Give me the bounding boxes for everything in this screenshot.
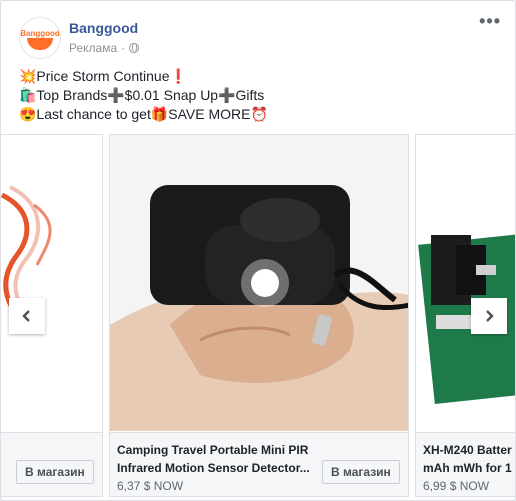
product-image-motion-sensor[interactable] xyxy=(110,135,408,431)
post-text: 💥Price Storm Continue❗ 🛍️Top Brands➕$0.0… xyxy=(19,67,268,124)
post-text-line: 💥Price Storm Continue❗ xyxy=(19,68,187,84)
product-subtitle[interactable]: mAh mWh for 1 xyxy=(423,459,512,477)
chevron-left-icon xyxy=(22,310,30,322)
card-info: В магазин xyxy=(1,432,102,496)
ad-post-card: Banggood Banggood Реклама · ••• 💥Price S… xyxy=(0,0,516,501)
product-subtitle[interactable]: Infrared Motion Sensor Detector... xyxy=(117,459,310,477)
more-options-button[interactable]: ••• xyxy=(479,11,501,32)
avatar-smile-shape xyxy=(27,38,53,50)
carousel-next-button[interactable] xyxy=(471,298,507,334)
page-avatar[interactable]: Banggood xyxy=(19,17,61,59)
product-image-cable[interactable] xyxy=(1,135,102,431)
battery-board-image-icon xyxy=(416,135,515,431)
product-price: 6,99 $ NOW xyxy=(423,479,490,493)
cable-image-icon xyxy=(1,135,102,431)
card-info: XH-M240 Batter mAh mWh for 1 6,99 $ NOW xyxy=(416,432,515,496)
avatar-logo-text: Banggood xyxy=(20,29,60,38)
post-text-line: 🛍️Top Brands➕$0.01 Snap Up➕Gifts xyxy=(19,87,265,103)
post-text-line: 😍Last chance to get🎁SAVE MORE⏰ xyxy=(19,106,268,122)
carousel-prev-button[interactable] xyxy=(9,298,45,334)
separator-dot: · xyxy=(121,41,126,55)
product-carousel: В магазин Camping Travel Portable Mini P… xyxy=(1,134,515,500)
motion-sensor-image-icon xyxy=(110,135,408,431)
product-price: 6,37 $ NOW xyxy=(117,479,184,493)
sponsored-row: Реклама · xyxy=(69,41,140,55)
chevron-right-icon xyxy=(486,310,494,322)
product-title[interactable]: Camping Travel Portable Mini PIR xyxy=(117,441,308,459)
sponsored-label[interactable]: Реклама xyxy=(69,41,117,55)
card-info: Camping Travel Portable Mini PIR Infrare… xyxy=(110,432,408,496)
shop-button[interactable]: В магазин xyxy=(16,460,94,484)
shop-button[interactable]: В магазин xyxy=(322,460,400,484)
carousel-card[interactable]: Camping Travel Portable Mini PIR Infrare… xyxy=(109,134,409,497)
globe-icon xyxy=(129,43,140,53)
product-image-battery-board[interactable] xyxy=(416,135,515,431)
page-name-link[interactable]: Banggood xyxy=(69,20,138,36)
product-title[interactable]: XH-M240 Batter xyxy=(423,441,512,459)
